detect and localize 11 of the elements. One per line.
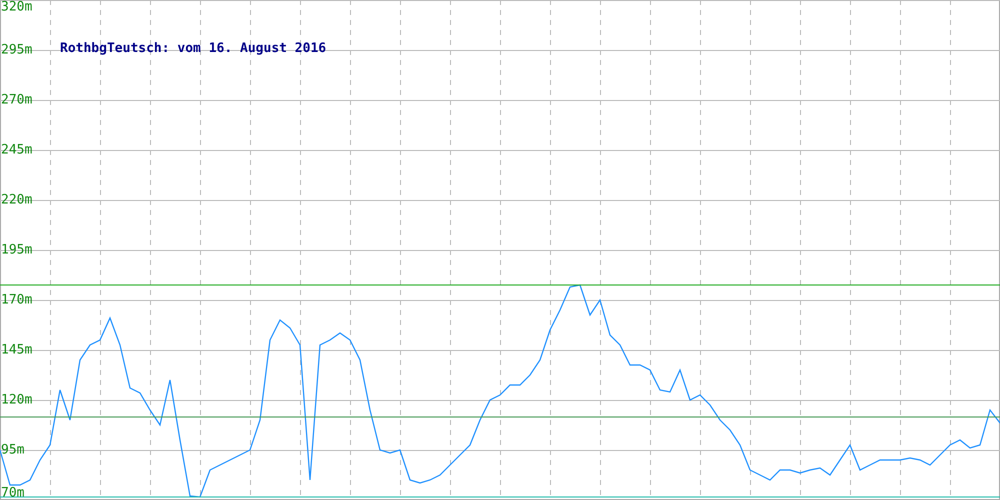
axis-label: 295m	[1, 42, 32, 58]
axis-label: 95m	[1, 442, 24, 458]
axis-label: 220m	[1, 192, 32, 208]
axis-label: 270m	[1, 92, 32, 108]
axis-label: 320m	[1, 0, 32, 14]
axis-label: 245m	[1, 142, 32, 158]
axis-label: 120m	[1, 392, 32, 408]
axis-label: 195m	[1, 242, 32, 258]
axis-label: 145m	[1, 342, 32, 358]
axis-label: 170m	[1, 292, 32, 308]
chart-title: RothbgTeutsch: vom 16. August 2016	[60, 41, 326, 56]
